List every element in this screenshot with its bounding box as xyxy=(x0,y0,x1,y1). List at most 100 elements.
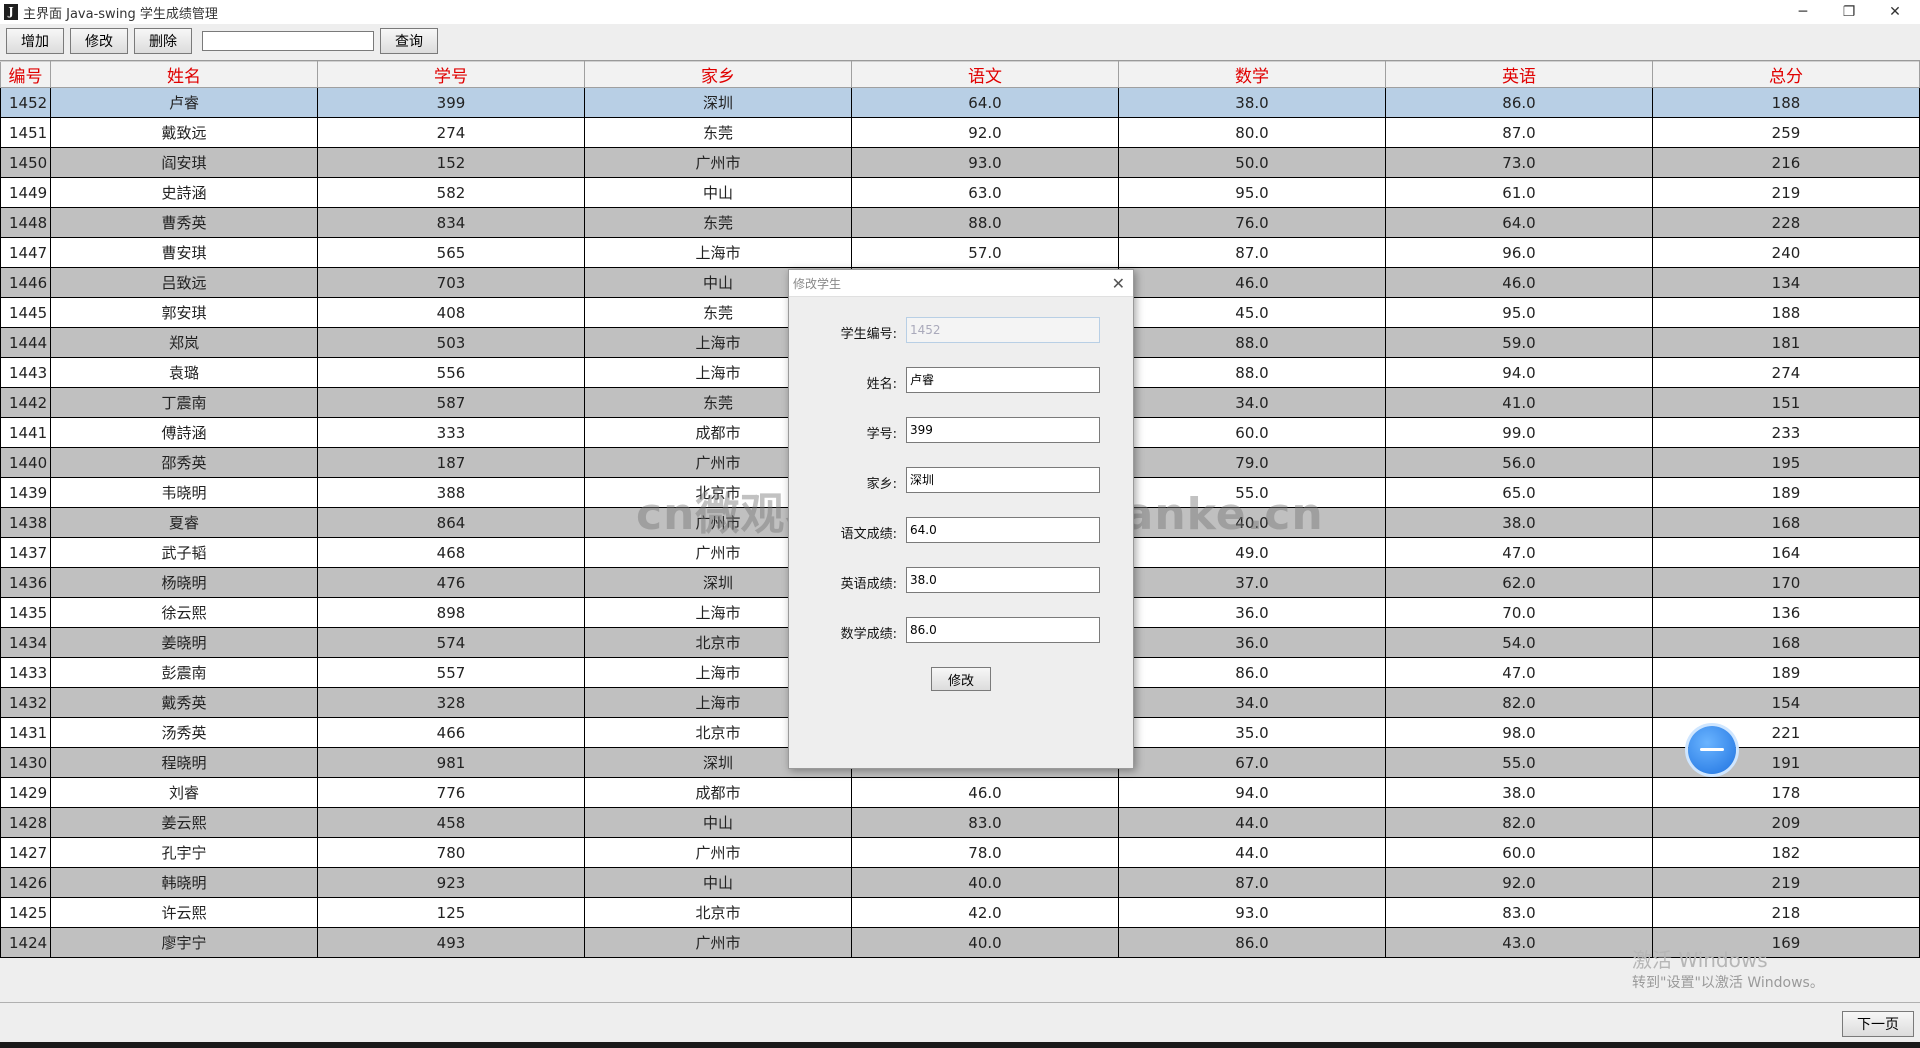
cell-english[interactable]: 92.0 xyxy=(1385,867,1653,898)
cell-total[interactable]: 259 xyxy=(1652,117,1920,148)
search-input[interactable] xyxy=(202,31,374,51)
cell-name[interactable]: 卢睿 xyxy=(50,87,318,118)
cell-chinese[interactable]: 93.0 xyxy=(851,147,1119,178)
cell-english[interactable]: 96.0 xyxy=(1385,237,1653,268)
cell-math[interactable]: 95.0 xyxy=(1118,177,1386,208)
cell-id[interactable]: 1441 xyxy=(0,417,51,448)
query-button[interactable]: 查询 xyxy=(380,28,438,54)
cell-math[interactable]: 38.0 xyxy=(1118,87,1386,118)
cell-english[interactable]: 73.0 xyxy=(1385,147,1653,178)
cell-hometown[interactable]: 中山 xyxy=(584,807,852,838)
cell-name[interactable]: 许云熙 xyxy=(50,897,318,928)
cell-student-no[interactable]: 557 xyxy=(317,657,585,688)
cell-student-no[interactable]: 399 xyxy=(317,87,585,118)
cell-student-no[interactable]: 556 xyxy=(317,357,585,388)
cell-name[interactable]: 袁璐 xyxy=(50,357,318,388)
cell-english[interactable]: 41.0 xyxy=(1385,387,1653,418)
add-button[interactable]: 增加 xyxy=(6,28,64,54)
cell-name[interactable]: 廖宇宁 xyxy=(50,927,318,958)
delete-button[interactable]: 删除 xyxy=(134,28,192,54)
cell-total[interactable]: 182 xyxy=(1652,837,1920,868)
next-page-button[interactable]: 下一页 xyxy=(1842,1011,1914,1037)
cell-student-no[interactable]: 493 xyxy=(317,927,585,958)
cell-id[interactable]: 1451 xyxy=(0,117,51,148)
dialog-submit-button[interactable]: 修改 xyxy=(931,667,991,691)
column-header-chinese[interactable]: 语文 xyxy=(851,61,1119,88)
cell-chinese[interactable]: 40.0 xyxy=(851,867,1119,898)
cell-english[interactable]: 82.0 xyxy=(1385,687,1653,718)
cell-english[interactable]: 87.0 xyxy=(1385,117,1653,148)
cell-english[interactable]: 70.0 xyxy=(1385,597,1653,628)
cell-math[interactable]: 86.0 xyxy=(1118,927,1386,958)
table-row[interactable]: 1448 曹秀英 834 东莞 88.0 76.0 64.0 228 xyxy=(0,207,1920,238)
dialog-close-icon[interactable]: ✕ xyxy=(1112,274,1125,293)
cell-english[interactable]: 83.0 xyxy=(1385,897,1653,928)
cell-hometown[interactable]: 中山 xyxy=(584,177,852,208)
cell-id[interactable]: 1436 xyxy=(0,567,51,598)
cell-id[interactable]: 1448 xyxy=(0,207,51,238)
cell-id[interactable]: 1425 xyxy=(0,897,51,928)
cell-student-no[interactable]: 274 xyxy=(317,117,585,148)
cell-id[interactable]: 1427 xyxy=(0,837,51,868)
cell-name[interactable]: 姜云熙 xyxy=(50,807,318,838)
cell-id[interactable]: 1438 xyxy=(0,507,51,538)
cell-english[interactable]: 61.0 xyxy=(1385,177,1653,208)
cell-id[interactable]: 1429 xyxy=(0,777,51,808)
cell-student-no[interactable]: 565 xyxy=(317,237,585,268)
cell-student-no[interactable]: 981 xyxy=(317,747,585,778)
cell-chinese[interactable]: 88.0 xyxy=(851,207,1119,238)
cell-name[interactable]: 韩晓明 xyxy=(50,867,318,898)
cell-student-no[interactable]: 152 xyxy=(317,147,585,178)
cell-english[interactable]: 82.0 xyxy=(1385,807,1653,838)
cell-hometown[interactable]: 深圳 xyxy=(584,87,852,118)
cell-total[interactable]: 181 xyxy=(1652,327,1920,358)
cell-name[interactable]: 郑岚 xyxy=(50,327,318,358)
table-row[interactable]: 1427 孔宇宁 780 广州市 78.0 44.0 60.0 182 xyxy=(0,837,1920,868)
cell-student-no[interactable]: 333 xyxy=(317,417,585,448)
cell-math[interactable]: 46.0 xyxy=(1118,267,1386,298)
cell-id[interactable]: 1450 xyxy=(0,147,51,178)
cell-id[interactable]: 1445 xyxy=(0,297,51,328)
minimize-button[interactable]: ─ xyxy=(1780,0,1826,24)
cell-english[interactable]: 64.0 xyxy=(1385,207,1653,238)
cell-english[interactable]: 54.0 xyxy=(1385,627,1653,658)
cell-name[interactable]: 武子韬 xyxy=(50,537,318,568)
cell-chinese[interactable]: 92.0 xyxy=(851,117,1119,148)
cell-id[interactable]: 1433 xyxy=(0,657,51,688)
math-score-field[interactable] xyxy=(906,617,1100,643)
cell-id[interactable]: 1426 xyxy=(0,867,51,898)
cell-hometown[interactable]: 中山 xyxy=(584,867,852,898)
cell-student-no[interactable]: 834 xyxy=(317,207,585,238)
cell-english[interactable]: 65.0 xyxy=(1385,477,1653,508)
edit-button[interactable]: 修改 xyxy=(70,28,128,54)
cell-hometown[interactable]: 东莞 xyxy=(584,207,852,238)
table-row[interactable]: 1426 韩晓明 923 中山 40.0 87.0 92.0 219 xyxy=(0,867,1920,898)
cell-chinese[interactable]: 42.0 xyxy=(851,897,1119,928)
cell-math[interactable]: 79.0 xyxy=(1118,447,1386,478)
cell-student-no[interactable]: 898 xyxy=(317,597,585,628)
column-header-math[interactable]: 数学 xyxy=(1118,61,1386,88)
cell-id[interactable]: 1440 xyxy=(0,447,51,478)
table-row[interactable]: 1428 姜云熙 458 中山 83.0 44.0 82.0 209 xyxy=(0,807,1920,838)
english-score-field[interactable] xyxy=(906,567,1100,593)
cell-id[interactable]: 1444 xyxy=(0,327,51,358)
chinese-score-field[interactable] xyxy=(906,517,1100,543)
cell-english[interactable]: 55.0 xyxy=(1385,747,1653,778)
cell-hometown[interactable]: 东莞 xyxy=(584,117,852,148)
cell-id[interactable]: 1452 xyxy=(0,87,51,118)
cell-name[interactable]: 史詩涵 xyxy=(50,177,318,208)
column-header-id[interactable]: 编号 xyxy=(0,61,51,88)
cell-id[interactable]: 1442 xyxy=(0,387,51,418)
cell-math[interactable]: 37.0 xyxy=(1118,567,1386,598)
cell-english[interactable]: 56.0 xyxy=(1385,447,1653,478)
cell-name[interactable]: 孔宇宁 xyxy=(50,837,318,868)
cell-name[interactable]: 程晓明 xyxy=(50,747,318,778)
cell-name[interactable]: 夏睿 xyxy=(50,507,318,538)
cell-hometown[interactable]: 北京市 xyxy=(584,897,852,928)
cell-math[interactable]: 88.0 xyxy=(1118,327,1386,358)
cell-name[interactable]: 韦晓明 xyxy=(50,477,318,508)
student-no-field[interactable] xyxy=(906,417,1100,443)
cell-name[interactable]: 徐云熙 xyxy=(50,597,318,628)
cell-id[interactable]: 1428 xyxy=(0,807,51,838)
cell-math[interactable]: 50.0 xyxy=(1118,147,1386,178)
